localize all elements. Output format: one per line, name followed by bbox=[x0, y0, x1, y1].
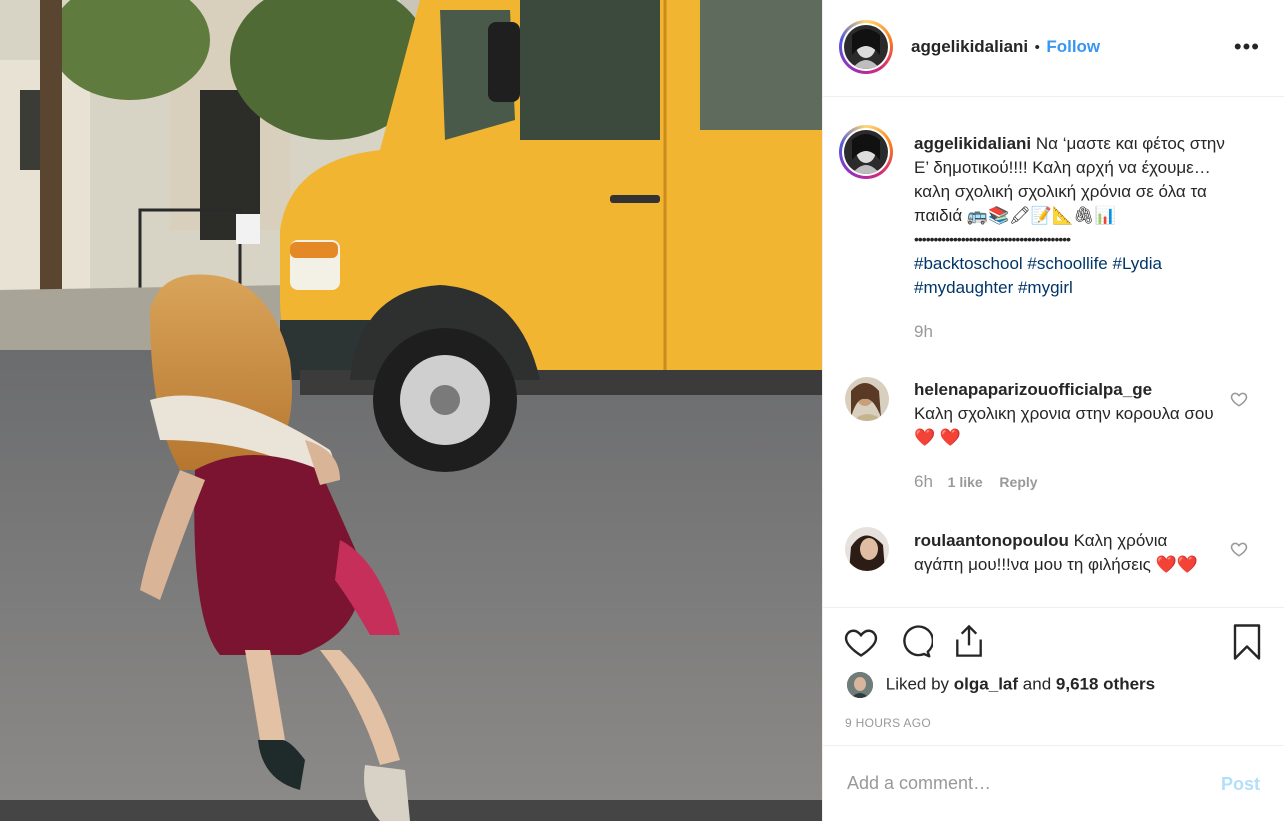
photo-illustration bbox=[0, 0, 822, 821]
caption-age[interactable]: 9h bbox=[914, 320, 1244, 344]
caption-divider: •••••••••••••••••••••••••••••••••••••••• bbox=[914, 231, 1071, 247]
header-username[interactable]: aggelikidaliani bbox=[911, 37, 1028, 56]
share-upload-icon[interactable] bbox=[951, 622, 987, 665]
liker-avatar[interactable] bbox=[847, 672, 873, 698]
comment-username[interactable]: roulaantonopoulou bbox=[914, 531, 1069, 550]
post-sidebar: aggelikidaliani • Follow ••• aggelikidal… bbox=[822, 0, 1284, 821]
author-avatar-image bbox=[844, 25, 888, 69]
comment-likes[interactable]: 1 like bbox=[948, 474, 983, 490]
post-timestamp[interactable]: 9 HOURS AGO bbox=[845, 716, 931, 730]
hashtag-link[interactable]: #mygirl bbox=[1018, 278, 1073, 297]
comment-text: Καλη σχολικη χρονια στην κορουλα σου❤️ ❤… bbox=[914, 404, 1214, 447]
follow-button[interactable]: Follow bbox=[1046, 37, 1100, 56]
hashtag-link[interactable]: #Lydia bbox=[1112, 254, 1161, 273]
comment-meta: 6h 1 like Reply bbox=[914, 470, 1214, 494]
comment-like-heart-icon[interactable] bbox=[1230, 540, 1248, 563]
comment-bubble-icon[interactable] bbox=[897, 624, 935, 665]
liker-avatar-image bbox=[847, 672, 873, 698]
caption-avatar[interactable] bbox=[839, 125, 893, 179]
liked-by-and: and bbox=[1022, 674, 1052, 694]
like-heart-icon[interactable] bbox=[843, 624, 879, 665]
caption-hashtags: #backtoschool #schoollife #Lydia #mydaug… bbox=[914, 252, 1244, 300]
header-separator: • bbox=[1034, 39, 1040, 56]
caption-username[interactable]: aggelikidaliani bbox=[914, 134, 1031, 153]
bookmark-icon[interactable] bbox=[1232, 624, 1262, 665]
comment-like-heart-icon[interactable] bbox=[1230, 390, 1248, 413]
caption-avatar-image bbox=[844, 130, 888, 174]
commenter-avatar[interactable] bbox=[845, 377, 889, 421]
liked-by-prefix: Liked by bbox=[885, 674, 950, 694]
post-comment-button[interactable]: Post bbox=[1221, 774, 1260, 795]
likes-count-others[interactable]: 9,618 others bbox=[1056, 674, 1155, 693]
action-bar bbox=[823, 607, 1284, 660]
comment-age[interactable]: 6h bbox=[914, 472, 933, 491]
reply-button[interactable]: Reply bbox=[999, 474, 1037, 490]
post-caption: aggelikidaliani Να ‘μαστε και φέτος στην… bbox=[914, 132, 1244, 344]
liked-by-user[interactable]: olga_laf bbox=[954, 674, 1018, 693]
hashtag-link[interactable]: #backtoschool bbox=[914, 254, 1023, 273]
commenter-avatar-image bbox=[845, 527, 889, 571]
comment-input[interactable] bbox=[845, 772, 1189, 795]
post-photo[interactable] bbox=[0, 0, 822, 821]
add-comment-bar: Post bbox=[823, 745, 1284, 822]
hashtag-link[interactable]: #schoollife bbox=[1027, 254, 1107, 273]
author-avatar[interactable] bbox=[839, 20, 893, 74]
comment-body: helenapaparizouofficialpa_ge Καλη σχολικ… bbox=[914, 378, 1214, 494]
liked-by-line: Liked by olga_laf and 9,618 others bbox=[847, 672, 1155, 698]
header-user-line: aggelikidaliani • Follow bbox=[911, 37, 1100, 57]
comment-body: roulaantonopoulou Καλη χρόνια αγάπη μου!… bbox=[914, 529, 1214, 577]
hashtag-link[interactable]: #mydaughter bbox=[914, 278, 1013, 297]
more-options-icon[interactable]: ••• bbox=[1234, 34, 1260, 60]
commenter-avatar[interactable] bbox=[845, 527, 889, 571]
comment-username[interactable]: helenapaparizouofficialpa_ge bbox=[914, 378, 1214, 402]
commenter-avatar-image bbox=[845, 377, 889, 421]
post-header: aggelikidaliani • Follow ••• bbox=[823, 0, 1284, 97]
